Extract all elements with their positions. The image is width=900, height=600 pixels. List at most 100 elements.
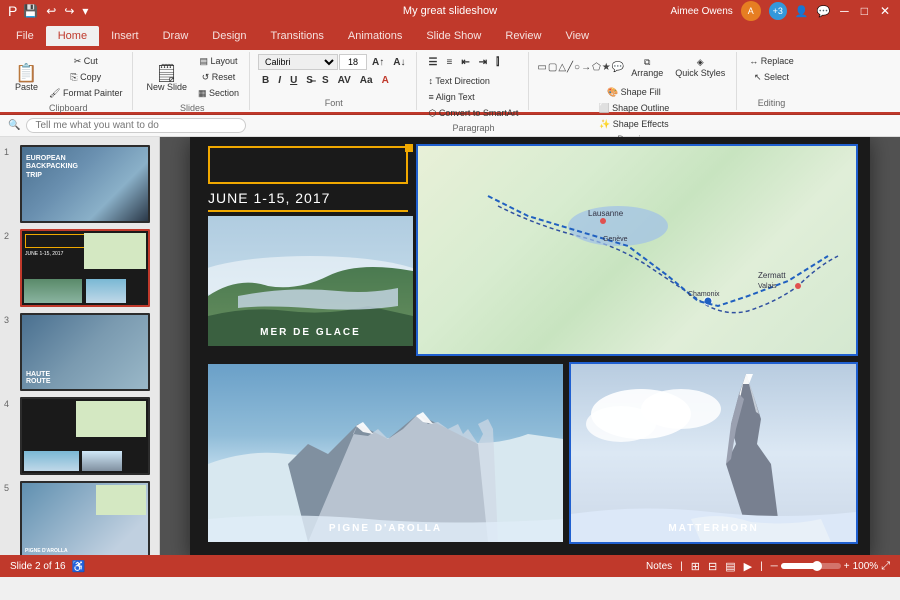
slide-bg-4 xyxy=(22,399,148,473)
slide-img-3[interactable]: HAUTEROUTE xyxy=(20,313,150,391)
tab-draw[interactable]: Draw xyxy=(151,26,201,46)
layout-button[interactable]: ▤ Layout xyxy=(194,54,243,69)
normal-view-button[interactable]: ⊞ xyxy=(691,560,700,573)
line-shape[interactable]: ╱ xyxy=(567,62,573,73)
paste-button[interactable]: 📋 Paste xyxy=(10,61,43,95)
user-name: Aimee Owens xyxy=(671,6,733,17)
slide-sorter-button[interactable]: ⊟ xyxy=(708,560,717,573)
shape-effects-button[interactable]: ✨ Shape Effects xyxy=(594,117,673,132)
customize-button[interactable]: ▾ xyxy=(80,3,90,19)
zoom-in-button[interactable]: + xyxy=(844,561,850,572)
callout-shape[interactable]: 💬 xyxy=(612,62,624,73)
slideshow-button[interactable]: ▶ xyxy=(744,560,752,573)
pentagon-shape[interactable]: ⬠ xyxy=(592,62,601,73)
tab-animations[interactable]: Animations xyxy=(336,26,414,46)
reading-view-button[interactable]: ▤ xyxy=(725,560,735,573)
undo-button[interactable]: ↩ xyxy=(44,3,58,19)
ribbon-tabs: File Home Insert Draw Design Transitions… xyxy=(0,22,900,50)
slide-img-4[interactable] xyxy=(20,397,150,475)
font-name-select[interactable]: Calibri xyxy=(258,54,338,70)
bullets-button[interactable]: ☰ xyxy=(425,54,442,70)
convert-smartart-button[interactable]: ⬡ Convert to SmartArt xyxy=(425,106,523,121)
canvas-area: JUNE 1-15, 2017 xyxy=(160,137,900,555)
slide-thumb-5[interactable]: 5 PIGNE D'AROLLA xyxy=(4,481,155,555)
slide-thumb-4[interactable]: 4 xyxy=(4,397,155,475)
new-slide-button[interactable]: 🗒 New Slide xyxy=(141,61,192,95)
zoom-out-button[interactable]: ─ xyxy=(771,561,778,572)
tab-slideshow[interactable]: Slide Show xyxy=(414,26,493,46)
photo-pigne-darolla: PIGNE D'AROLLA xyxy=(208,364,563,542)
font-color-button[interactable]: A xyxy=(378,72,393,88)
tab-file[interactable]: File xyxy=(4,26,46,46)
new-slide-icon: 🗒 xyxy=(155,64,178,82)
quick-styles-button[interactable]: ◈ Quick Styles xyxy=(670,54,730,81)
triangle-shape[interactable]: △ xyxy=(558,62,566,73)
star-shape[interactable]: ★ xyxy=(602,62,611,73)
slide-img-1[interactable]: EUROPEANBACKPACKINGTRIP xyxy=(20,145,150,223)
shape-outline-button[interactable]: ⬜ Shape Outline xyxy=(594,101,673,116)
zoom-slider[interactable] xyxy=(781,563,841,569)
tab-home[interactable]: Home xyxy=(46,26,99,46)
redo-button[interactable]: ↪ xyxy=(62,3,76,19)
underline-button[interactable]: U xyxy=(286,72,301,88)
slide-img-5[interactable]: PIGNE D'AROLLA xyxy=(20,481,150,555)
tab-insert[interactable]: Insert xyxy=(99,26,151,46)
decrease-font-button[interactable]: A↓ xyxy=(389,54,409,70)
slide-canvas[interactable]: JUNE 1-15, 2017 xyxy=(190,137,870,555)
italic-button[interactable]: I xyxy=(274,72,285,88)
rectangle-shape[interactable]: ▭ xyxy=(537,62,546,73)
arrow-shape[interactable]: → xyxy=(581,62,591,73)
app-icon: P xyxy=(8,3,17,19)
indent-less-button[interactable]: ⇤ xyxy=(457,54,473,70)
avatar[interactable]: A xyxy=(741,1,761,21)
notes-button[interactable]: Notes xyxy=(646,561,672,572)
copy-button[interactable]: ⎘ Copy xyxy=(45,70,126,85)
reset-button[interactable]: ↺ Reset xyxy=(194,70,243,85)
shadow-button[interactable]: S xyxy=(318,72,333,88)
slide-img-2[interactable]: JUNE 1-15, 2017 xyxy=(20,229,150,307)
oval-shape[interactable]: ○ xyxy=(574,62,580,73)
maximize-button[interactable]: □ xyxy=(859,3,870,19)
slide-thumb-3[interactable]: 3 HAUTEROUTE xyxy=(4,313,155,391)
clipboard-secondary: ✂ Cut ⎘ Copy 🖌 Format Painter xyxy=(45,54,126,101)
shape-fill-button[interactable]: 🎨 Shape Fill xyxy=(594,85,673,100)
photo-matterhorn: MATTERHORN xyxy=(571,364,856,542)
tab-view[interactable]: View xyxy=(553,26,601,46)
align-text-button[interactable]: ≡ Align Text xyxy=(425,90,479,104)
text-direction-button[interactable]: ↕ Text Direction xyxy=(425,74,494,88)
replace-button[interactable]: ↔ Replace xyxy=(745,54,798,68)
format-painter-button[interactable]: 🖌 Format Painter xyxy=(45,86,126,101)
tab-transitions[interactable]: Transitions xyxy=(259,26,336,46)
tab-review[interactable]: Review xyxy=(493,26,553,46)
tab-design[interactable]: Design xyxy=(200,26,258,46)
cut-button[interactable]: ✂ Cut xyxy=(45,54,126,69)
increase-font-button[interactable]: A↑ xyxy=(368,54,388,70)
slide-thumb-2[interactable]: 2 JUNE 1-15, 2017 xyxy=(4,229,155,307)
zoom-handle[interactable] xyxy=(812,561,822,571)
title-input-box[interactable] xyxy=(208,146,408,184)
char-spacing-button[interactable]: AV xyxy=(334,72,355,88)
strikethrough-button[interactable]: S̶ xyxy=(302,72,317,88)
section-button[interactable]: ▦ Section xyxy=(194,86,243,101)
numbering-button[interactable]: ≡ xyxy=(442,54,456,70)
bold-button[interactable]: B xyxy=(258,72,273,88)
change-case-button[interactable]: Aa xyxy=(356,72,377,88)
minimize-button[interactable]: ─ xyxy=(838,3,851,19)
share-button[interactable]: 👤 xyxy=(795,5,809,18)
close-button[interactable]: ✕ xyxy=(878,3,892,19)
columns-button[interactable]: ⫿ xyxy=(492,54,503,70)
arrange-button[interactable]: ⧉ Arrange xyxy=(626,54,668,81)
indent-more-button[interactable]: ⇥ xyxy=(475,54,491,70)
avatar-2[interactable]: +3 xyxy=(769,2,787,20)
slide-2-photo1-thumb xyxy=(24,279,82,303)
search-input[interactable] xyxy=(26,118,246,133)
slide-thumb-1[interactable]: 1 EUROPEANBACKPACKINGTRIP xyxy=(4,145,155,223)
font-size-input[interactable] xyxy=(339,54,367,70)
save-button[interactable]: 💾 xyxy=(21,3,40,19)
slide-num-5: 5 xyxy=(4,481,16,493)
comments-button[interactable]: 💬 xyxy=(816,5,830,18)
fit-slide-button[interactable]: ⤢ xyxy=(881,560,890,573)
select-button[interactable]: ↖ Select xyxy=(750,70,793,85)
ribbon-content: 📋 Paste ✂ Cut ⎘ Copy 🖌 Format Painter Cl… xyxy=(0,50,900,114)
rounded-rect-shape[interactable]: ▢ xyxy=(548,62,557,73)
